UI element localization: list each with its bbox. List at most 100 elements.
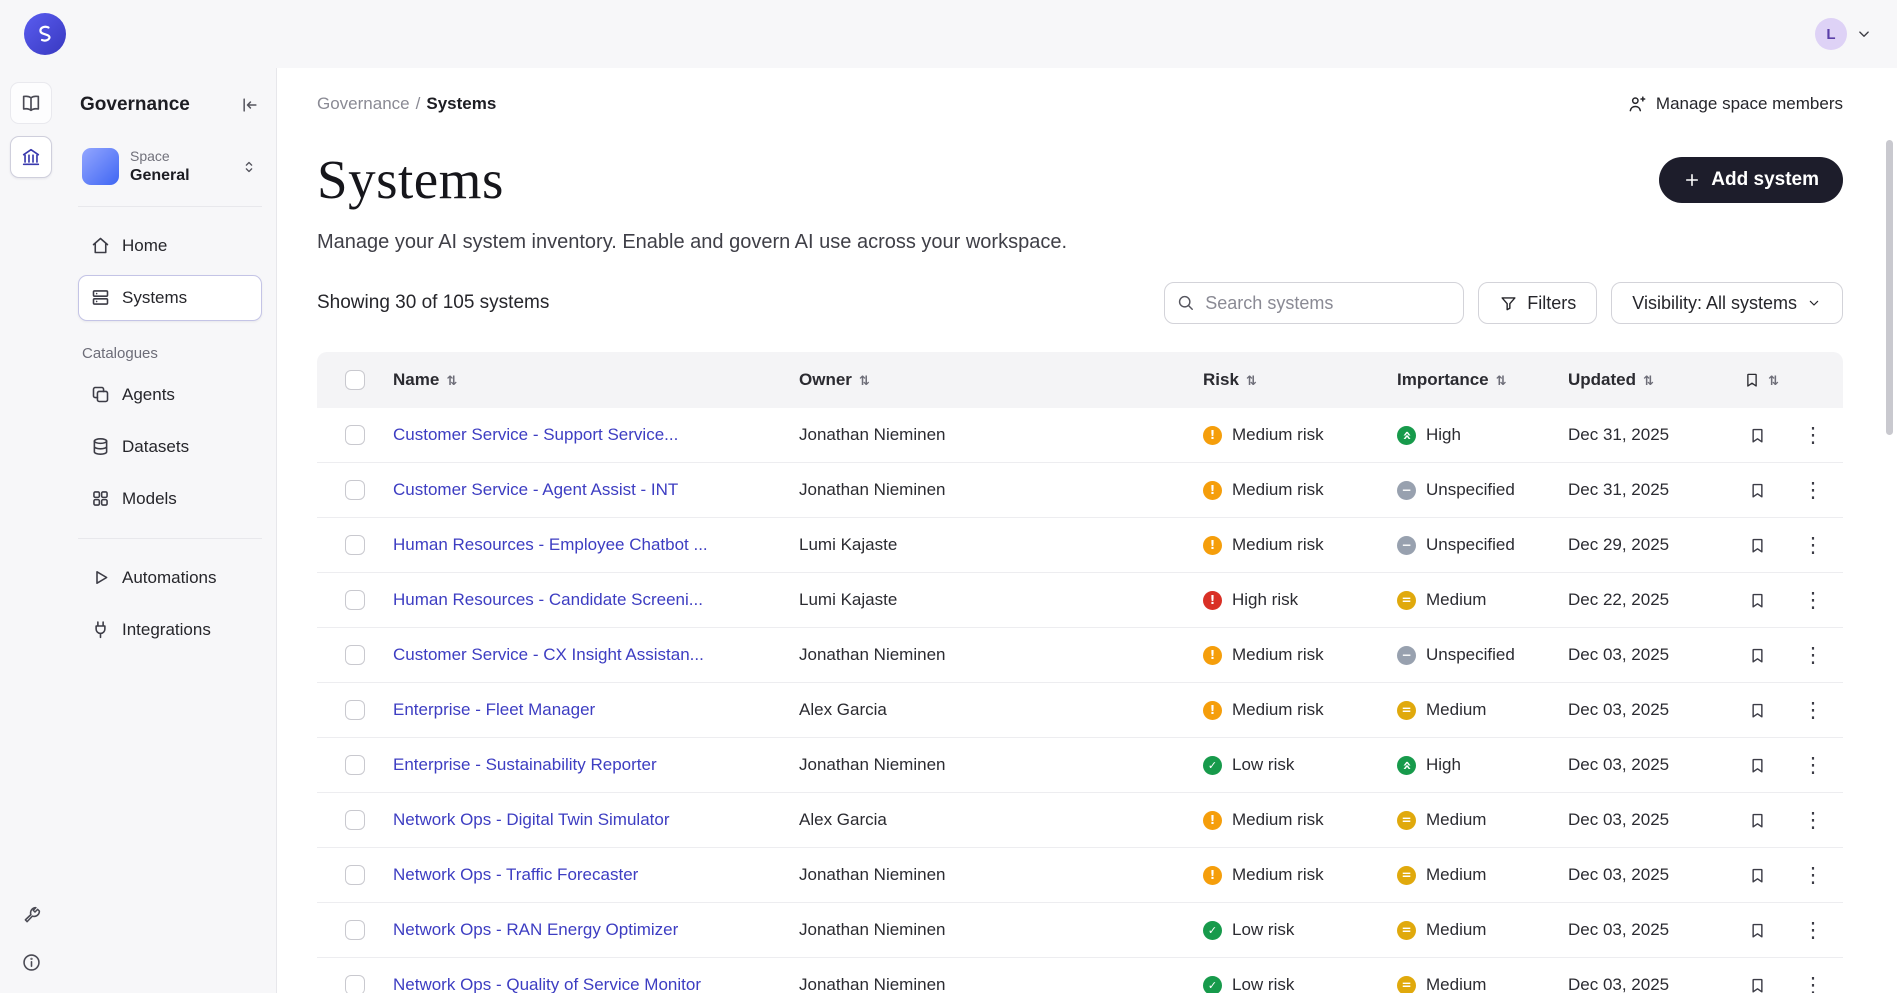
sidebar: Governance Space General Home [62, 68, 277, 993]
risk-label: Medium risk [1232, 480, 1324, 500]
icon-rail [0, 68, 62, 993]
row-checkbox[interactable] [345, 425, 365, 445]
system-name-link[interactable]: Network Ops - Traffic Forecaster [393, 865, 658, 885]
space-selector[interactable]: Space General [78, 144, 262, 190]
system-name-link[interactable]: Human Resources - Candidate Screeni... [393, 590, 723, 610]
sidebar-item-systems[interactable]: Systems [78, 275, 262, 321]
scrollbar-thumb[interactable] [1886, 140, 1893, 435]
sidebar-item-models[interactable]: Models [78, 476, 262, 522]
row-menu-button[interactable] [1799, 531, 1827, 559]
row-checkbox[interactable] [345, 480, 365, 500]
tools-button[interactable] [21, 905, 42, 926]
bookmark-button[interactable] [1743, 806, 1771, 834]
row-checkbox[interactable] [345, 700, 365, 720]
visibility-label: Visibility: All systems [1632, 293, 1797, 314]
col-header-risk[interactable]: Risk [1203, 370, 1397, 390]
table-row: Network Ops - RAN Energy Optimizer Jonat… [317, 903, 1843, 958]
row-checkbox[interactable] [345, 755, 365, 775]
row-menu-button[interactable] [1799, 641, 1827, 669]
row-checkbox[interactable] [345, 920, 365, 940]
table-row: Customer Service - Agent Assist - INT Jo… [317, 463, 1843, 518]
updated-cell: Dec 03, 2025 [1568, 865, 1743, 885]
row-menu-button[interactable] [1799, 476, 1827, 504]
system-name-link[interactable]: Human Resources - Employee Chatbot ... [393, 535, 728, 555]
system-name-link[interactable]: Enterprise - Sustainability Reporter [393, 755, 677, 775]
risk-label: Medium risk [1232, 535, 1324, 555]
sidebar-item-label: Systems [122, 288, 187, 308]
app-logo[interactable] [24, 13, 66, 55]
col-header-owner[interactable]: Owner [799, 370, 1203, 390]
bookmark-button[interactable] [1743, 586, 1771, 614]
importance-label: Medium [1426, 865, 1486, 885]
sidebar-item-agents[interactable]: Agents [78, 372, 262, 418]
bookmark-button[interactable] [1743, 476, 1771, 504]
bookmark-button[interactable] [1743, 531, 1771, 559]
row-checkbox[interactable] [345, 865, 365, 885]
updated-cell: Dec 03, 2025 [1568, 920, 1743, 940]
row-checkbox[interactable] [345, 975, 365, 993]
system-name-link[interactable]: Customer Service - Agent Assist - INT [393, 480, 698, 500]
sidebar-item-home[interactable]: Home [78, 223, 262, 269]
system-name-link[interactable]: Network Ops - Quality of Service Monitor [393, 975, 721, 993]
sidebar-item-datasets[interactable]: Datasets [78, 424, 262, 470]
bookmark-button[interactable] [1743, 916, 1771, 944]
system-name-link[interactable]: Customer Service - Support Service... [393, 425, 698, 445]
row-menu-button[interactable] [1799, 916, 1827, 944]
table-row: Enterprise - Fleet Manager Alex Garcia M… [317, 683, 1843, 738]
user-menu[interactable]: L [1815, 18, 1873, 50]
col-header-importance[interactable]: Importance [1397, 370, 1568, 390]
search-box [1164, 282, 1464, 324]
system-name-link[interactable]: Customer Service - CX Insight Assistan..… [393, 645, 724, 665]
updated-cell: Dec 03, 2025 [1568, 755, 1743, 775]
main-content: Governance/Systems Manage space members … [277, 68, 1897, 993]
bookmark-button[interactable] [1743, 861, 1771, 889]
sidebar-item-integrations[interactable]: Integrations [78, 607, 262, 653]
funnel-icon [1499, 294, 1518, 313]
bookmark-button[interactable] [1743, 751, 1771, 779]
search-input[interactable] [1164, 282, 1464, 324]
add-system-button[interactable]: Add system [1659, 157, 1843, 203]
row-menu-button[interactable] [1799, 586, 1827, 614]
row-menu-button[interactable] [1799, 421, 1827, 449]
bookmark-button[interactable] [1743, 696, 1771, 724]
updated-cell: Dec 22, 2025 [1568, 590, 1743, 610]
catalogues-section-label: Catalogues [82, 345, 258, 362]
breadcrumb-parent[interactable]: Governance [317, 94, 410, 113]
system-name-link[interactable]: Network Ops - RAN Energy Optimizer [393, 920, 698, 940]
select-all-checkbox[interactable] [345, 370, 365, 390]
row-menu-button[interactable] [1799, 861, 1827, 889]
col-header-bookmark[interactable] [1743, 370, 1799, 390]
row-menu-button[interactable] [1799, 806, 1827, 834]
sidebar-item-automations[interactable]: Automations [78, 555, 262, 601]
bookmark-button[interactable] [1743, 641, 1771, 669]
manage-space-members-button[interactable]: Manage space members [1627, 94, 1843, 114]
bookmark-button[interactable] [1743, 971, 1771, 993]
info-icon [21, 952, 42, 973]
row-checkbox[interactable] [345, 645, 365, 665]
library-rail-button[interactable] [10, 82, 52, 124]
updated-cell: Dec 31, 2025 [1568, 480, 1743, 500]
bookmark-icon [1743, 371, 1761, 389]
row-menu-button[interactable] [1799, 751, 1827, 779]
col-header-name[interactable]: Name [393, 370, 799, 390]
row-menu-button[interactable] [1799, 971, 1827, 993]
row-checkbox[interactable] [345, 535, 365, 555]
collapse-sidebar-button[interactable] [240, 95, 260, 115]
system-name-link[interactable]: Enterprise - Fleet Manager [393, 700, 615, 720]
avatar: L [1815, 18, 1847, 50]
governance-rail-button[interactable] [10, 136, 52, 178]
row-menu-button[interactable] [1799, 696, 1827, 724]
visibility-dropdown[interactable]: Visibility: All systems [1611, 282, 1843, 324]
row-checkbox[interactable] [345, 590, 365, 610]
col-header-updated[interactable]: Updated [1568, 370, 1743, 390]
chevron-down-icon [1855, 25, 1873, 43]
col-label: Risk [1203, 370, 1239, 390]
system-name-link[interactable]: Network Ops - Digital Twin Simulator [393, 810, 690, 830]
filters-button[interactable]: Filters [1478, 282, 1597, 324]
table-row: Customer Service - CX Insight Assistan..… [317, 628, 1843, 683]
importance-label: Unspecified [1426, 645, 1515, 665]
bookmark-button[interactable] [1743, 421, 1771, 449]
space-label: Space [130, 148, 190, 166]
row-checkbox[interactable] [345, 810, 365, 830]
info-button[interactable] [21, 952, 42, 973]
